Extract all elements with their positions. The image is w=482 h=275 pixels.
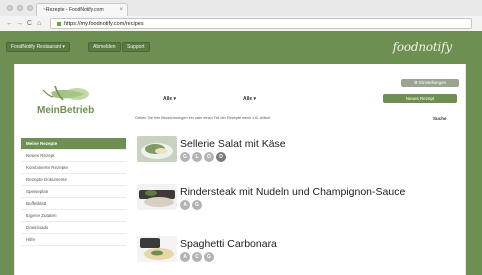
brand-logo[interactable]: foodnotify (393, 40, 453, 54)
recipe-item[interactable]: Rindersteak mit Nudeln und Champignon-Sa… (137, 184, 437, 214)
recipe-thumbnail[interactable] (137, 236, 177, 262)
main-panel: MeinBetrieb Alle ▾ Alle ▾ ⚙ Einstellunge… (14, 64, 466, 275)
tab-close-icon[interactable]: × (119, 4, 123, 16)
window-controls (7, 5, 33, 11)
recipe-title[interactable]: Sellerie Salat mit Käse (180, 138, 286, 150)
category-dropdown[interactable]: Alle ▾ (163, 96, 176, 103)
allergen-badge: A (180, 252, 190, 262)
support-button[interactable]: Support (122, 42, 150, 52)
browser-tab[interactable]: ~Rezepte - FoodNotify.com × (36, 3, 128, 16)
logout-button[interactable]: Abmelden (88, 42, 121, 52)
browser-chrome: ~Rezepte - FoodNotify.com × ← → C ⌂ http… (0, 0, 482, 31)
minimize-window-icon[interactable] (17, 5, 23, 11)
logo-text: MeinBetrieb (37, 105, 95, 116)
tab-title: ~Rezepte - FoodNotify.com (43, 7, 104, 13)
search-hint: Geben Sie hier Bezeichnungen ein oder ei… (135, 116, 271, 120)
restaurant-menu-button[interactable]: FoodNotify Restaurant ▾ (6, 42, 70, 52)
sidebar-item-buffetblatt[interactable]: Buffetblatt (21, 198, 126, 210)
forward-icon[interactable]: → (16, 19, 23, 28)
filter-dropdown[interactable]: Alle ▾ (243, 96, 256, 103)
allergen-badge: A (180, 200, 190, 210)
sidebar-item-meine-rezepte[interactable]: Meine Rezepte (21, 138, 126, 150)
reload-icon[interactable]: C (27, 19, 32, 28)
allergen-badge: O (204, 152, 214, 162)
allergen-badges: G L O D (180, 152, 226, 162)
lock-icon (57, 21, 61, 26)
app-header: FoodNotify Restaurant ▾ Abmelden Support… (0, 31, 482, 64)
sidebar-item-speiseplan[interactable]: Speiseplan (21, 186, 126, 198)
back-icon[interactable]: ← (6, 19, 13, 28)
allergen-badge: D (216, 152, 226, 162)
recipe-title[interactable]: Spaghetti Carbonara (180, 238, 277, 250)
recipe-thumbnail[interactable] (137, 184, 177, 210)
allergen-badges: A G (180, 200, 202, 210)
sidebar-item-neues-rezept[interactable]: Neues Rezept (21, 150, 126, 162)
nav-row: ← → C ⌂ https://my.foodnotify.com/recipe… (0, 16, 482, 31)
recipe-thumbnail[interactable] (137, 136, 177, 162)
sidebar-item-downloads[interactable]: Downloads (21, 222, 126, 234)
recipe-item[interactable]: Sellerie Salat mit Käse G L O D (137, 136, 437, 166)
sidebar-item-rezepte-dokumente[interactable]: Rezepte Dokumente (21, 174, 126, 186)
new-recipe-button[interactable]: Neues Rezept (383, 94, 457, 103)
tab-row: ~Rezepte - FoodNotify.com × (0, 0, 482, 16)
allergen-badge: C (192, 252, 202, 262)
address-bar[interactable]: https://my.foodnotify.com/recipes (50, 18, 472, 29)
settings-button[interactable]: ⚙ Einstellungen (401, 79, 459, 87)
maximize-window-icon[interactable] (27, 5, 33, 11)
mein-betrieb-logo[interactable] (35, 84, 105, 124)
sidebar-item-eigene-zutaten[interactable]: Eigene Zutaten (21, 210, 126, 222)
close-window-icon[interactable] (7, 5, 13, 11)
sidebar: Meine Rezepte Neues Rezept Kombinierte R… (21, 138, 126, 246)
search-link[interactable]: Suche (433, 116, 447, 121)
allergen-badge: G (192, 200, 202, 210)
sidebar-item-hilfe[interactable]: Hilfe (21, 234, 126, 246)
recipe-item[interactable]: Spaghetti Carbonara A C G (137, 236, 437, 266)
url-text: https://my.foodnotify.com/recipes (64, 21, 144, 27)
sidebar-item-kombinierte-rezepte[interactable]: Kombinierte Rezepte (21, 162, 126, 174)
allergen-badges: A C G (180, 252, 214, 262)
recipe-title[interactable]: Rindersteak mit Nudeln und Champignon-Sa… (180, 186, 405, 198)
allergen-badge: G (204, 252, 214, 262)
home-icon[interactable]: ⌂ (37, 19, 41, 28)
allergen-badge: G (180, 152, 190, 162)
allergen-badge: L (192, 152, 202, 162)
